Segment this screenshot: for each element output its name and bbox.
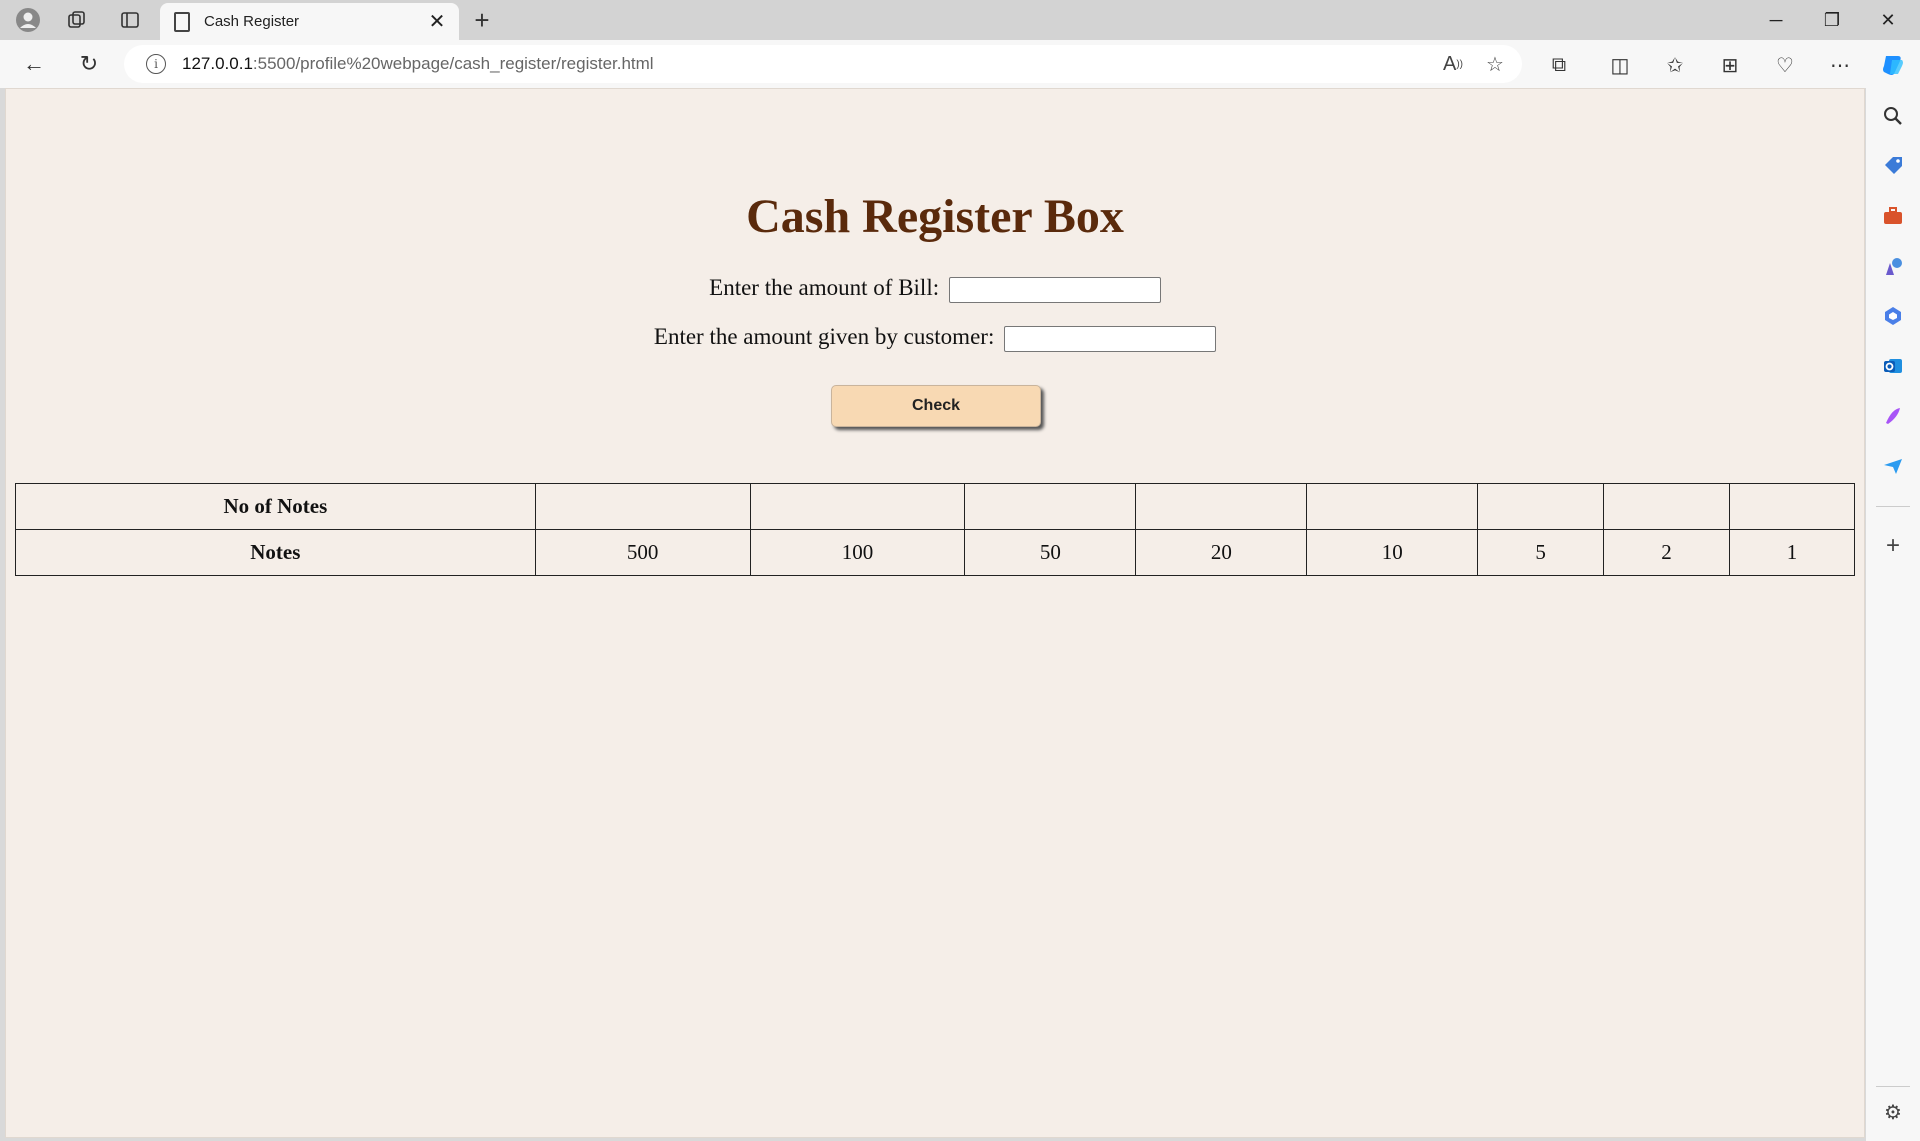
send-icon[interactable]	[1879, 452, 1907, 480]
no-of-notes-cell	[1477, 483, 1605, 530]
page-viewport: Cash Register Box Enter the amount of Bi…	[5, 88, 1865, 1138]
shopping-tag-icon[interactable]	[1879, 152, 1907, 180]
back-icon[interactable]: ←	[18, 49, 50, 79]
page-icon	[174, 11, 190, 32]
note-value-cell: 50	[964, 529, 1137, 576]
more-options-icon[interactable]: ⋯	[1825, 50, 1855, 80]
sidebar-divider	[1876, 1086, 1910, 1087]
designer-icon[interactable]	[1879, 402, 1907, 430]
note-value-cell: 10	[1306, 529, 1479, 576]
active-tab[interactable]: Cash Register ✕	[160, 3, 459, 40]
given-row: Enter the amount given by customer:	[6, 324, 1864, 352]
favorite-star-icon[interactable]: ☆	[1480, 49, 1510, 79]
refresh-icon[interactable]: ↻	[73, 49, 105, 79]
new-tab-icon[interactable]: +	[468, 5, 496, 35]
no-of-notes-cell	[1135, 483, 1308, 530]
close-tab-icon[interactable]: ✕	[425, 10, 449, 34]
bill-amount-input[interactable]	[948, 276, 1161, 303]
tab-strip: Cash Register ✕ + ─ ❐ ✕	[0, 0, 1920, 40]
note-value-cell: 100	[749, 529, 966, 576]
given-label: Enter the amount given by customer:	[653, 324, 995, 349]
notes-table: No of Notes Notes 500 100 50 20 10 5 2 1	[15, 483, 1855, 576]
bill-label: Enter the amount of Bill:	[709, 275, 940, 300]
note-value-cell: 1	[1729, 529, 1855, 576]
no-of-notes-cell	[964, 483, 1137, 530]
sidebar-divider	[1876, 506, 1910, 507]
note-value-cell: 20	[1135, 529, 1308, 576]
note-value-cell: 5	[1477, 529, 1605, 576]
tab-actions-icon[interactable]	[116, 6, 144, 34]
site-info-icon[interactable]: i	[146, 54, 166, 74]
notes-row: Notes 500 100 50 20 10 5 2 1	[15, 529, 1855, 576]
read-aloud-icon[interactable]: A))	[1438, 49, 1468, 79]
favorites-icon[interactable]: ✩	[1660, 50, 1690, 80]
no-of-notes-cell	[1729, 483, 1855, 530]
games-icon[interactable]	[1879, 252, 1907, 280]
collections-icon[interactable]: ⊞	[1715, 50, 1745, 80]
bill-row: Enter the amount of Bill:	[6, 275, 1864, 303]
minimize-icon[interactable]: ─	[1748, 0, 1804, 40]
no-of-notes-header: No of Notes	[15, 483, 536, 530]
notes-header: Notes	[15, 529, 536, 576]
microsoft-365-icon[interactable]	[1879, 302, 1907, 330]
check-button[interactable]: Check	[831, 385, 1041, 427]
note-value-cell: 500	[534, 529, 751, 576]
browser-sidebar: + ⚙	[1866, 88, 1920, 1141]
tools-briefcase-icon[interactable]	[1879, 202, 1907, 230]
no-of-notes-cell	[534, 483, 751, 530]
search-icon[interactable]	[1879, 102, 1907, 130]
copilot-icon[interactable]	[1878, 50, 1908, 80]
tab-title: Cash Register	[204, 13, 300, 30]
extensions-icon[interactable]: ⧉	[1544, 50, 1574, 80]
restore-icon[interactable]: ❐	[1804, 0, 1860, 40]
workspaces-icon[interactable]	[63, 6, 91, 34]
no-of-notes-row: No of Notes	[15, 483, 1855, 530]
no-of-notes-cell	[749, 483, 966, 530]
given-amount-input[interactable]	[1004, 325, 1217, 352]
address-bar[interactable]: i 127.0.0.1:5500/profile%20webpage/cash_…	[124, 45, 1522, 83]
add-icon[interactable]: +	[1879, 532, 1907, 560]
note-value-cell: 2	[1603, 529, 1731, 576]
outlook-icon[interactable]	[1879, 352, 1907, 380]
split-screen-icon[interactable]: ◫	[1605, 50, 1635, 80]
url-text[interactable]: 127.0.0.1:5500/profile%20webpage/cash_re…	[182, 54, 1438, 74]
navigation-bar: ← ↻ i 127.0.0.1:5500/profile%20webpage/c…	[0, 40, 1920, 88]
browser-essentials-icon[interactable]: ♡	[1770, 50, 1800, 80]
profile-icon[interactable]	[14, 6, 42, 34]
settings-gear-icon[interactable]: ⚙	[1879, 1098, 1907, 1126]
no-of-notes-cell	[1306, 483, 1479, 530]
no-of-notes-cell	[1603, 483, 1731, 530]
close-window-icon[interactable]: ✕	[1860, 0, 1916, 40]
page-title: Cash Register Box	[746, 190, 1124, 243]
